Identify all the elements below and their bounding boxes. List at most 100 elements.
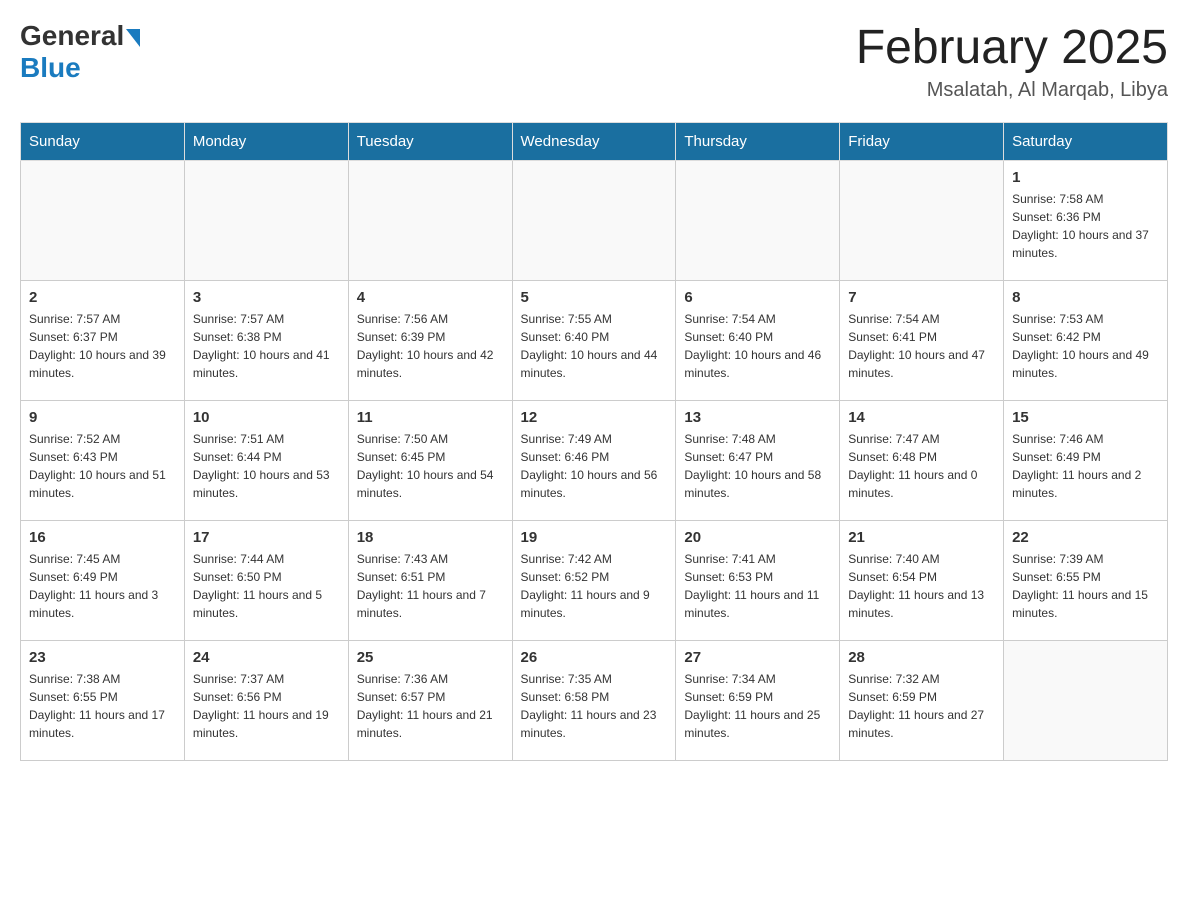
day-number: 22 bbox=[1012, 529, 1159, 546]
day-number: 17 bbox=[193, 529, 340, 546]
weekday-header-tuesday: Tuesday bbox=[348, 123, 512, 161]
day-info: Sunrise: 7:44 AMSunset: 6:50 PMDaylight:… bbox=[193, 550, 340, 622]
calendar-cell: 25Sunrise: 7:36 AMSunset: 6:57 PMDayligh… bbox=[348, 641, 512, 761]
calendar-cell: 3 Sunrise: 7:57 AMSunset: 6:38 PMDaylight… bbox=[184, 281, 348, 401]
calendar-cell: 17 Sunrise: 7:44 AMSunset: 6:50 PMDayligh… bbox=[184, 521, 348, 641]
day-info: Sunrise: 7:32 AMSunset: 6:59 PMDaylight:… bbox=[848, 670, 995, 742]
day-number: 27 bbox=[684, 649, 831, 666]
weekday-header-wednesday: Wednesday bbox=[512, 123, 676, 161]
day-info: Sunrise: 7:54 AMSunset: 6:41 PMDaylight:… bbox=[848, 310, 995, 382]
calendar-cell: 13 Sunrise: 7:48 AMSunset: 6:47 PMDayligh… bbox=[676, 401, 840, 521]
calendar-cell bbox=[21, 161, 185, 281]
day-info: Sunrise: 7:54 AMSunset: 6:40 PMDaylight:… bbox=[684, 310, 831, 382]
day-info: Sunrise: 7:47 AMSunset: 6:48 PMDaylight:… bbox=[848, 430, 995, 502]
day-info: Sunrise: 7:34 AMSunset: 6:59 PMDaylight:… bbox=[684, 670, 831, 742]
calendar-cell: 9 Sunrise: 7:52 AMSunset: 6:43 PMDaylight… bbox=[21, 401, 185, 521]
day-info: Sunrise: 7:41 AMSunset: 6:53 PMDaylight:… bbox=[684, 550, 831, 622]
day-number: 4 bbox=[357, 289, 504, 306]
week-row-1: 1 Sunrise: 7:58 AMSunset: 6:36 PMDaylight… bbox=[21, 161, 1168, 281]
day-number: 16 bbox=[29, 529, 176, 546]
day-info: Sunrise: 7:49 AMSunset: 6:46 PMDaylight:… bbox=[521, 430, 668, 502]
day-number: 15 bbox=[1012, 409, 1159, 426]
calendar-cell: 15 Sunrise: 7:46 AMSunset: 6:49 PMDayligh… bbox=[1004, 401, 1168, 521]
page-header: General Blue February 2025 Msalatah, Al … bbox=[20, 20, 1168, 102]
calendar-cell: 26Sunrise: 7:35 AMSunset: 6:58 PMDayligh… bbox=[512, 641, 676, 761]
calendar-cell: 14 Sunrise: 7:47 AMSunset: 6:48 PMDayligh… bbox=[840, 401, 1004, 521]
day-number: 12 bbox=[521, 409, 668, 426]
day-info: Sunrise: 7:51 AMSunset: 6:44 PMDaylight:… bbox=[193, 430, 340, 502]
day-info: Sunrise: 7:57 AMSunset: 6:38 PMDaylight:… bbox=[193, 310, 340, 382]
calendar-cell: 24 Sunrise: 7:37 AMSunset: 6:56 PMDayligh… bbox=[184, 641, 348, 761]
day-info: Sunrise: 7:43 AMSunset: 6:51 PMDaylight:… bbox=[357, 550, 504, 622]
weekday-header-monday: Monday bbox=[184, 123, 348, 161]
calendar-cell bbox=[1004, 641, 1168, 761]
day-number: 18 bbox=[357, 529, 504, 546]
calendar-cell: 27 Sunrise: 7:34 AMSunset: 6:59 PMDayligh… bbox=[676, 641, 840, 761]
calendar-table: SundayMondayTuesdayWednesdayThursdayFrid… bbox=[20, 122, 1168, 761]
calendar-cell: 20 Sunrise: 7:41 AMSunset: 6:53 PMDayligh… bbox=[676, 521, 840, 641]
day-info: Sunrise: 7:37 AMSunset: 6:56 PMDaylight:… bbox=[193, 670, 340, 742]
day-info: Sunrise: 7:55 AMSunset: 6:40 PMDaylight:… bbox=[521, 310, 668, 382]
calendar-cell bbox=[512, 161, 676, 281]
day-info: Sunrise: 7:45 AMSunset: 6:49 PMDaylight:… bbox=[29, 550, 176, 622]
week-row-5: 23Sunrise: 7:38 AMSunset: 6:55 PMDayligh… bbox=[21, 641, 1168, 761]
title-section: February 2025 Msalatah, Al Marqab, Libya bbox=[856, 20, 1168, 102]
calendar-cell: 18 Sunrise: 7:43 AMSunset: 6:51 PMDayligh… bbox=[348, 521, 512, 641]
day-info: Sunrise: 7:58 AMSunset: 6:36 PMDaylight:… bbox=[1012, 190, 1159, 262]
calendar-title: February 2025 bbox=[856, 20, 1168, 75]
calendar-cell: 10 Sunrise: 7:51 AMSunset: 6:44 PMDayligh… bbox=[184, 401, 348, 521]
day-info: Sunrise: 7:56 AMSunset: 6:39 PMDaylight:… bbox=[357, 310, 504, 382]
day-number: 26 bbox=[521, 649, 668, 666]
day-number: 14 bbox=[848, 409, 995, 426]
day-number: 10 bbox=[193, 409, 340, 426]
day-info: Sunrise: 7:50 AMSunset: 6:45 PMDaylight:… bbox=[357, 430, 504, 502]
day-number: 5 bbox=[521, 289, 668, 306]
calendar-cell bbox=[676, 161, 840, 281]
calendar-cell: 2 Sunrise: 7:57 AMSunset: 6:37 PMDaylight… bbox=[21, 281, 185, 401]
logo: General Blue bbox=[20, 20, 140, 84]
calendar-cell: 11 Sunrise: 7:50 AMSunset: 6:45 PMDayligh… bbox=[348, 401, 512, 521]
calendar-cell: 5 Sunrise: 7:55 AMSunset: 6:40 PMDaylight… bbox=[512, 281, 676, 401]
day-number: 3 bbox=[193, 289, 340, 306]
day-number: 9 bbox=[29, 409, 176, 426]
calendar-cell bbox=[840, 161, 1004, 281]
day-number: 11 bbox=[357, 409, 504, 426]
weekday-header-friday: Friday bbox=[840, 123, 1004, 161]
calendar-cell: 23Sunrise: 7:38 AMSunset: 6:55 PMDayligh… bbox=[21, 641, 185, 761]
calendar-cell: 1 Sunrise: 7:58 AMSunset: 6:36 PMDaylight… bbox=[1004, 161, 1168, 281]
day-number: 2 bbox=[29, 289, 176, 306]
calendar-cell: 4 Sunrise: 7:56 AMSunset: 6:39 PMDaylight… bbox=[348, 281, 512, 401]
calendar-cell: 19 Sunrise: 7:42 AMSunset: 6:52 PMDayligh… bbox=[512, 521, 676, 641]
day-number: 21 bbox=[848, 529, 995, 546]
day-info: Sunrise: 7:46 AMSunset: 6:49 PMDaylight:… bbox=[1012, 430, 1159, 502]
day-number: 24 bbox=[193, 649, 340, 666]
day-number: 19 bbox=[521, 529, 668, 546]
day-info: Sunrise: 7:57 AMSunset: 6:37 PMDaylight:… bbox=[29, 310, 176, 382]
day-info: Sunrise: 7:53 AMSunset: 6:42 PMDaylight:… bbox=[1012, 310, 1159, 382]
calendar-subtitle: Msalatah, Al Marqab, Libya bbox=[856, 79, 1168, 102]
calendar-cell: 16 Sunrise: 7:45 AMSunset: 6:49 PMDayligh… bbox=[21, 521, 185, 641]
weekday-header-saturday: Saturday bbox=[1004, 123, 1168, 161]
day-number: 1 bbox=[1012, 169, 1159, 186]
day-info: Sunrise: 7:52 AMSunset: 6:43 PMDaylight:… bbox=[29, 430, 176, 502]
weekday-header-row: SundayMondayTuesdayWednesdayThursdayFrid… bbox=[21, 123, 1168, 161]
calendar-cell: 12 Sunrise: 7:49 AMSunset: 6:46 PMDayligh… bbox=[512, 401, 676, 521]
calendar-cell: 22 Sunrise: 7:39 AMSunset: 6:55 PMDayligh… bbox=[1004, 521, 1168, 641]
calendar-cell bbox=[348, 161, 512, 281]
calendar-cell: 6Sunrise: 7:54 AMSunset: 6:40 PMDaylight… bbox=[676, 281, 840, 401]
day-info: Sunrise: 7:42 AMSunset: 6:52 PMDaylight:… bbox=[521, 550, 668, 622]
day-number: 23 bbox=[29, 649, 176, 666]
day-info: Sunrise: 7:48 AMSunset: 6:47 PMDaylight:… bbox=[684, 430, 831, 502]
weekday-header-thursday: Thursday bbox=[676, 123, 840, 161]
calendar-cell: 28Sunrise: 7:32 AMSunset: 6:59 PMDayligh… bbox=[840, 641, 1004, 761]
logo-general-text: General bbox=[20, 20, 124, 52]
calendar-cell: 7 Sunrise: 7:54 AMSunset: 6:41 PMDaylight… bbox=[840, 281, 1004, 401]
weekday-header-sunday: Sunday bbox=[21, 123, 185, 161]
day-number: 13 bbox=[684, 409, 831, 426]
day-number: 20 bbox=[684, 529, 831, 546]
day-info: Sunrise: 7:39 AMSunset: 6:55 PMDaylight:… bbox=[1012, 550, 1159, 622]
day-number: 8 bbox=[1012, 289, 1159, 306]
day-number: 7 bbox=[848, 289, 995, 306]
logo-blue-text: Blue bbox=[20, 52, 81, 84]
calendar-cell: 21Sunrise: 7:40 AMSunset: 6:54 PMDayligh… bbox=[840, 521, 1004, 641]
